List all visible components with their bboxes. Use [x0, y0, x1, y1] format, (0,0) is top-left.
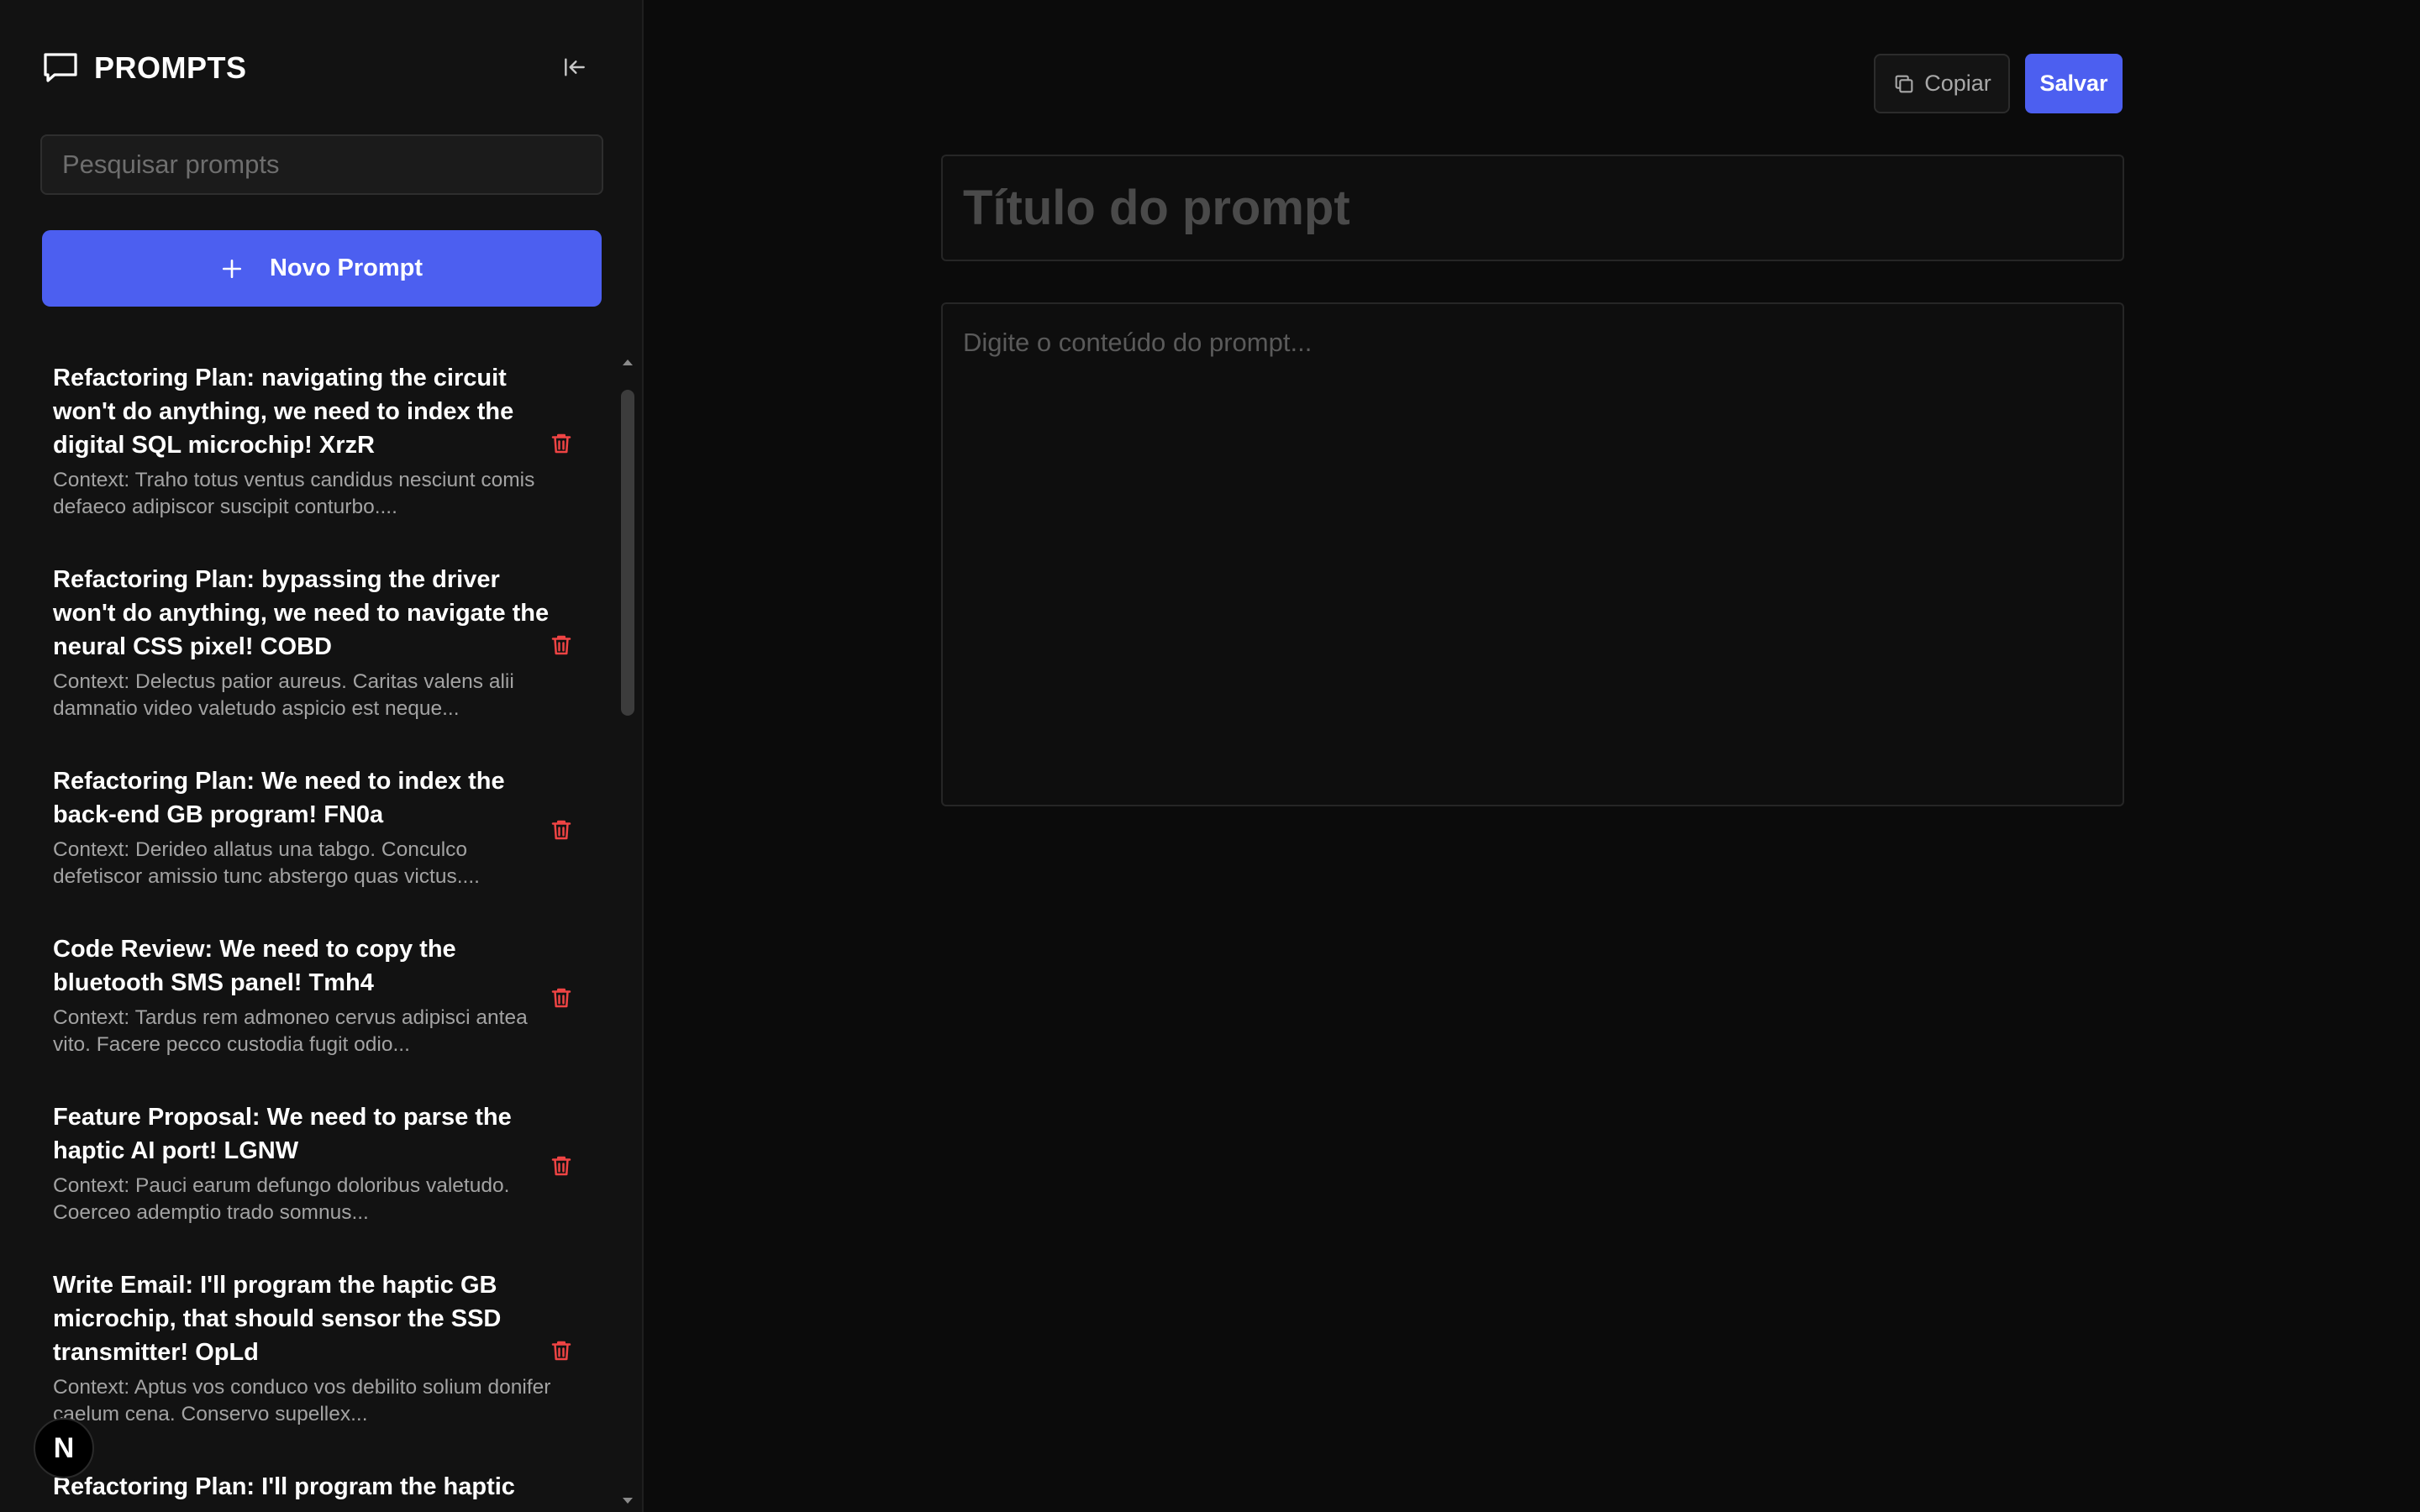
list-item[interactable]: Code Review: We need to copy the bluetoo… [40, 932, 595, 1075]
trash-icon [551, 1156, 571, 1176]
delete-prompt-button[interactable] [543, 627, 580, 664]
prompt-title: Feature Proposal: We need to parse the h… [53, 1104, 512, 1164]
prompt-title: Refactoring Plan: We need to index the b… [53, 768, 505, 828]
prompt-title: Refactoring Plan: I'll program the hapti… [53, 1473, 515, 1500]
list-item[interactable]: Refactoring Plan: navigating the circuit… [40, 361, 595, 538]
list-item[interactable]: Refactoring Plan: bypassing the driver w… [40, 563, 595, 739]
scroll-down-arrow-icon[interactable] [623, 1498, 633, 1504]
search-input[interactable] [40, 134, 603, 195]
prompt-title: Refactoring Plan: bypassing the driver w… [53, 566, 550, 660]
new-prompt-label: Novo Prompt [269, 255, 424, 281]
prompt-title-input[interactable] [941, 155, 2124, 261]
app-title: PROMPTS [94, 50, 247, 85]
scrollbar-thumb[interactable] [621, 390, 634, 716]
plus-icon [222, 259, 242, 278]
chat-bubble-icon [44, 53, 77, 82]
prompt-description: Context: Derideo allatus una tabgo. Conc… [53, 838, 480, 888]
collapse-sidebar-button[interactable] [555, 47, 595, 87]
list-item[interactable]: Refactoring Plan: I'll program the hapti… [40, 1470, 595, 1512]
sidebar-header: PROMPTS [40, 47, 595, 89]
prompt-content-textarea[interactable] [941, 302, 2124, 806]
prompt-title: Code Review: We need to copy the bluetoo… [53, 936, 456, 996]
prompt-description: Context: Pauci earum defungo doloribus v… [53, 1174, 510, 1224]
list-item[interactable]: Refactoring Plan: We need to index the b… [40, 764, 595, 907]
trash-icon [551, 988, 571, 1008]
save-button[interactable]: Salvar [2025, 54, 2123, 113]
prompt-list-scrollbar[interactable] [618, 353, 637, 1512]
delete-prompt-button[interactable] [543, 1147, 580, 1184]
trash-icon [551, 635, 571, 655]
scroll-up-arrow-icon[interactable] [623, 360, 633, 365]
prompt-title: Write Email: I'll program the haptic GB … [53, 1272, 502, 1366]
new-prompt-button[interactable]: Novo Prompt [42, 230, 602, 307]
copy-label: Copiar [1924, 71, 1991, 96]
dev-tools-badge[interactable]: N [34, 1418, 94, 1478]
prompt-title: Refactoring Plan: navigating the circuit… [53, 365, 514, 459]
trash-icon [551, 820, 571, 840]
prompt-description: Context: Aptus vos conduco vos debilito … [53, 1376, 551, 1425]
prompt-description: Context: Delectus patior aureus. Caritas… [53, 670, 514, 720]
copy-icon [1895, 75, 1913, 92]
list-item[interactable]: Feature Proposal: We need to parse the h… [40, 1100, 595, 1243]
prompt-description: Context: Tardus rem admoneo cervus adipi… [53, 1006, 528, 1056]
sidebar: PROMPTS Novo Prompt Refactoring Plan: na… [0, 0, 644, 1512]
prompt-description: Context: Traho totus ventus candidus nes… [53, 469, 535, 518]
delete-prompt-button[interactable] [543, 425, 580, 462]
badge-letter: N [53, 1431, 75, 1464]
collapse-left-icon [565, 58, 585, 76]
copy-button[interactable]: Copiar [1874, 54, 2010, 113]
list-item[interactable]: Write Email: I'll program the haptic GB … [40, 1268, 595, 1445]
delete-prompt-button[interactable] [543, 1332, 580, 1369]
trash-icon [551, 1341, 571, 1361]
prompt-list: Refactoring Plan: navigating the circuit… [40, 361, 595, 1512]
trash-icon [551, 433, 571, 454]
delete-prompt-button[interactable] [543, 811, 580, 848]
delete-prompt-button[interactable] [543, 979, 580, 1016]
